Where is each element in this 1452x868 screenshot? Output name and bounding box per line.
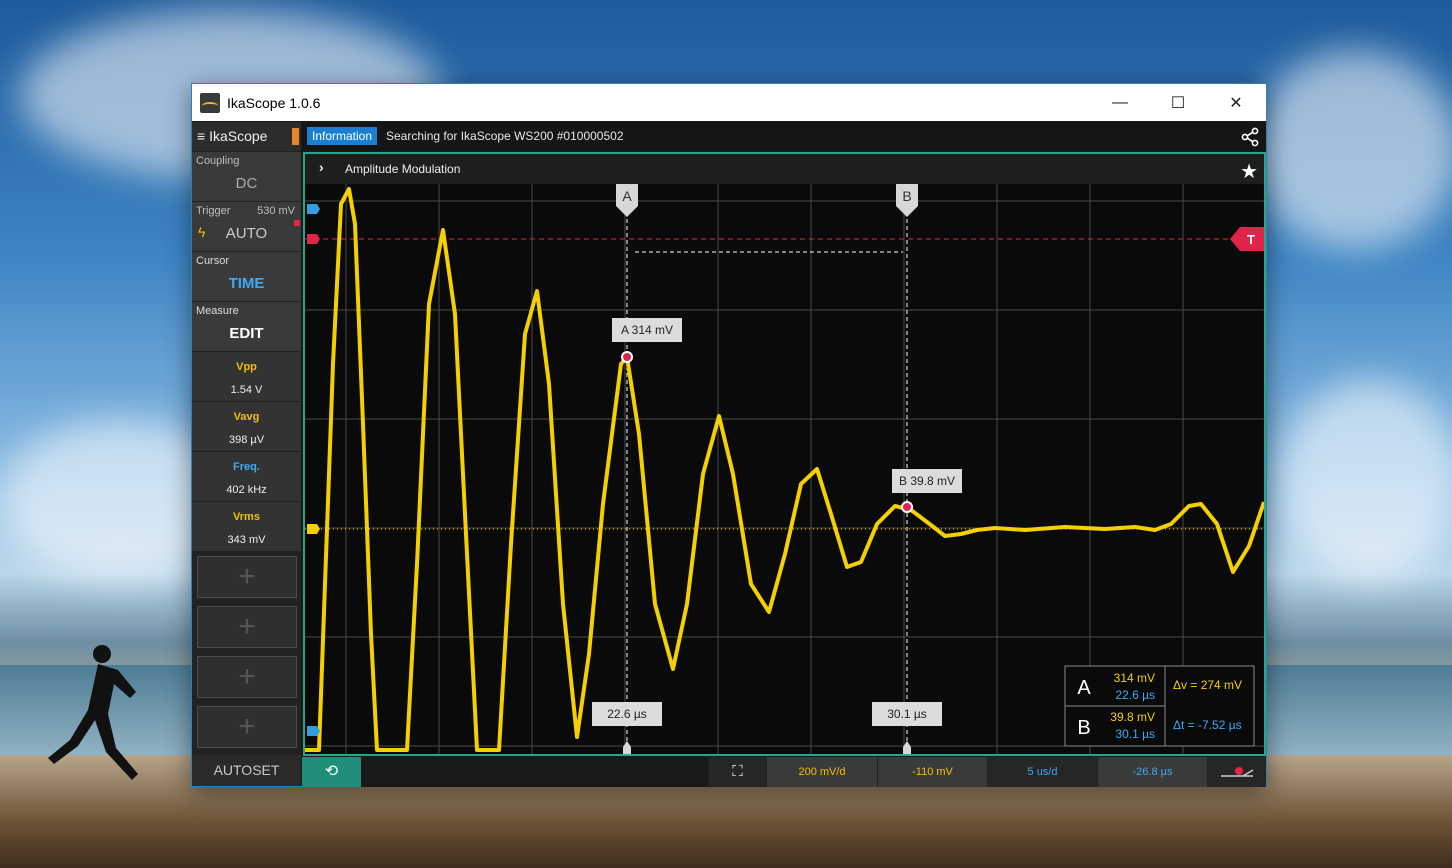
measurement-freq[interactable]: Freq. 402 kHz — [192, 451, 301, 501]
measurement-vavg[interactable]: Vavg 398 µV — [192, 401, 301, 451]
coupling-control[interactable]: Coupling DC — [192, 151, 301, 201]
measurement-name: Vpp — [236, 361, 257, 373]
cursor-a-point — [621, 351, 633, 363]
cursor-mode: TIME — [228, 275, 265, 292]
probe-status-button[interactable] — [1207, 757, 1266, 787]
autoset-button[interactable]: AUTOSET — [192, 755, 301, 786]
cursor-a-value: A 314 mV — [621, 323, 673, 337]
wallpaper-cloud — [1250, 50, 1452, 250]
trigger-label: Trigger — [196, 205, 231, 217]
information-badge[interactable]: Information — [307, 127, 378, 145]
readout-b-name: B — [1077, 717, 1090, 739]
time-offset-control[interactable]: -26.8 µs — [1097, 757, 1207, 787]
coupling-value: DC — [235, 175, 258, 192]
app-menu-button[interactable]: ≡ IkaScope — [192, 122, 301, 151]
trigger-marker — [294, 220, 300, 226]
bottom-control-bar: ⟲ ⛶ 200 mV/d -110 mV 5 us/d -26.8 µs — [302, 757, 1266, 787]
readout-b-time: 30.1 µs — [1115, 727, 1155, 741]
trigger-mode: AUTO — [225, 225, 268, 242]
history-icon: ⟲ — [324, 763, 339, 780]
add-measurement-button[interactable]: + — [197, 656, 297, 698]
app-name: IkaScope — [209, 128, 268, 144]
close-icon: ✕ — [1229, 94, 1243, 112]
star-icon[interactable]: ★ — [1240, 159, 1258, 184]
waveform-plot[interactable]: T A B A 314 mV B 39.8 mV 22.6 µs 30.1 µs — [305, 184, 1264, 754]
minimize-icon: — — [1112, 93, 1128, 111]
readout-a-time: 22.6 µs — [1115, 688, 1155, 702]
minimize-button[interactable]: — — [1091, 84, 1149, 121]
fit-view-button[interactable]: ⛶ — [708, 757, 766, 787]
cursor-b-flag-label: B — [902, 188, 911, 204]
coupling-label: Coupling — [196, 155, 240, 167]
cursor-a-handle — [623, 741, 631, 754]
vertical-offset-control[interactable]: -110 mV — [877, 757, 987, 787]
title-bar[interactable]: IkaScope 1.0.6 — ☐ ✕ — [192, 84, 1266, 121]
measurement-name: Vavg — [233, 411, 260, 423]
measure-control[interactable]: Measure EDIT — [192, 301, 301, 351]
chevron-right-icon[interactable]: › — [319, 159, 324, 175]
cursor-b-point — [901, 501, 913, 513]
status-indicator — [292, 128, 299, 145]
add-measurement-button[interactable]: + — [197, 706, 297, 748]
add-measurement-button[interactable]: + — [197, 606, 297, 648]
cursor-control[interactable]: Cursor TIME — [192, 251, 301, 301]
info-bar: Information Searching for IkaScope WS200… — [302, 122, 1266, 151]
ikascope-window: IkaScope 1.0.6 — ☐ ✕ ≡ IkaScope Coupling… — [191, 83, 1267, 787]
readout-a-voltage: 314 mV — [1114, 671, 1155, 685]
add-measurement-button[interactable]: + — [197, 556, 297, 598]
hamburger-icon: ≡ — [197, 128, 210, 144]
info-message: Searching for IkaScope WS200 #010000502 — [386, 129, 624, 143]
cursor-label: Cursor — [196, 255, 230, 267]
ikascope-app-icon — [200, 92, 220, 113]
trigger-level: 530 mV — [257, 205, 295, 217]
measure-edit: EDIT — [229, 325, 264, 342]
trigger-level-marker — [307, 234, 320, 244]
fullscreen-icon: ⛶ — [732, 763, 743, 780]
measurement-value: 402 kHz — [226, 484, 267, 496]
zero-level-marker — [307, 524, 320, 534]
measurement-value: 1.54 V — [230, 384, 263, 396]
readout-a-name: A — [1077, 677, 1091, 699]
measurement-vrms[interactable]: Vrms 343 mV — [192, 501, 301, 551]
wallpaper-runner — [48, 645, 138, 780]
readout-b-voltage: 39.8 mV — [1110, 710, 1155, 724]
trigger-control[interactable]: Trigger 530 mV ϟ AUTO — [192, 201, 301, 251]
cursor-a-flag-label: A — [622, 188, 632, 204]
readout-delta-t: Δt = -7.52 µs — [1173, 718, 1242, 732]
readout-delta-v: Δv = 274 mV — [1173, 678, 1242, 692]
wallpaper-cloud — [1280, 380, 1452, 580]
cursor-b-value: B 39.8 mV — [899, 474, 955, 488]
close-button[interactable]: ✕ — [1207, 84, 1265, 121]
measurement-value: 343 mV — [227, 534, 266, 546]
measurement-value: 398 µV — [228, 434, 265, 446]
trigger-flag-label: T — [1247, 232, 1255, 247]
cursor-readout-table: A 314 mV 22.6 µs B 39.8 mV 30.1 µs Δv = … — [1064, 665, 1255, 747]
cursor-b-time: 30.1 µs — [887, 707, 927, 721]
measurement-name: Vrms — [233, 511, 260, 523]
control-sidebar: ≡ IkaScope Coupling DC Trigger 530 mV ϟ … — [192, 122, 301, 786]
cursor-a-time: 22.6 µs — [607, 707, 647, 721]
measure-label: Measure — [196, 305, 239, 317]
maximize-icon: ☐ — [1170, 94, 1186, 112]
share-icon[interactable] — [1240, 127, 1260, 147]
probe-icon — [1221, 767, 1254, 777]
preset-header[interactable]: › Amplitude Modulation ★ — [305, 154, 1264, 184]
channel-offset-marker — [307, 204, 320, 214]
maximize-button[interactable]: ☐ — [1149, 84, 1207, 121]
measurement-vpp[interactable]: Vpp 1.54 V — [192, 351, 301, 401]
preset-title: Amplitude Modulation — [345, 162, 461, 176]
volts-per-div-control[interactable]: 200 mV/d — [766, 757, 877, 787]
time-per-div-control[interactable]: 5 us/d — [987, 757, 1097, 787]
window-title: IkaScope 1.0.6 — [227, 94, 321, 111]
history-button[interactable]: ⟲ — [302, 757, 361, 787]
measurement-name: Freq. — [233, 461, 260, 473]
scope-display[interactable]: › Amplitude Modulation ★ T A B A 314 mV … — [303, 152, 1266, 756]
